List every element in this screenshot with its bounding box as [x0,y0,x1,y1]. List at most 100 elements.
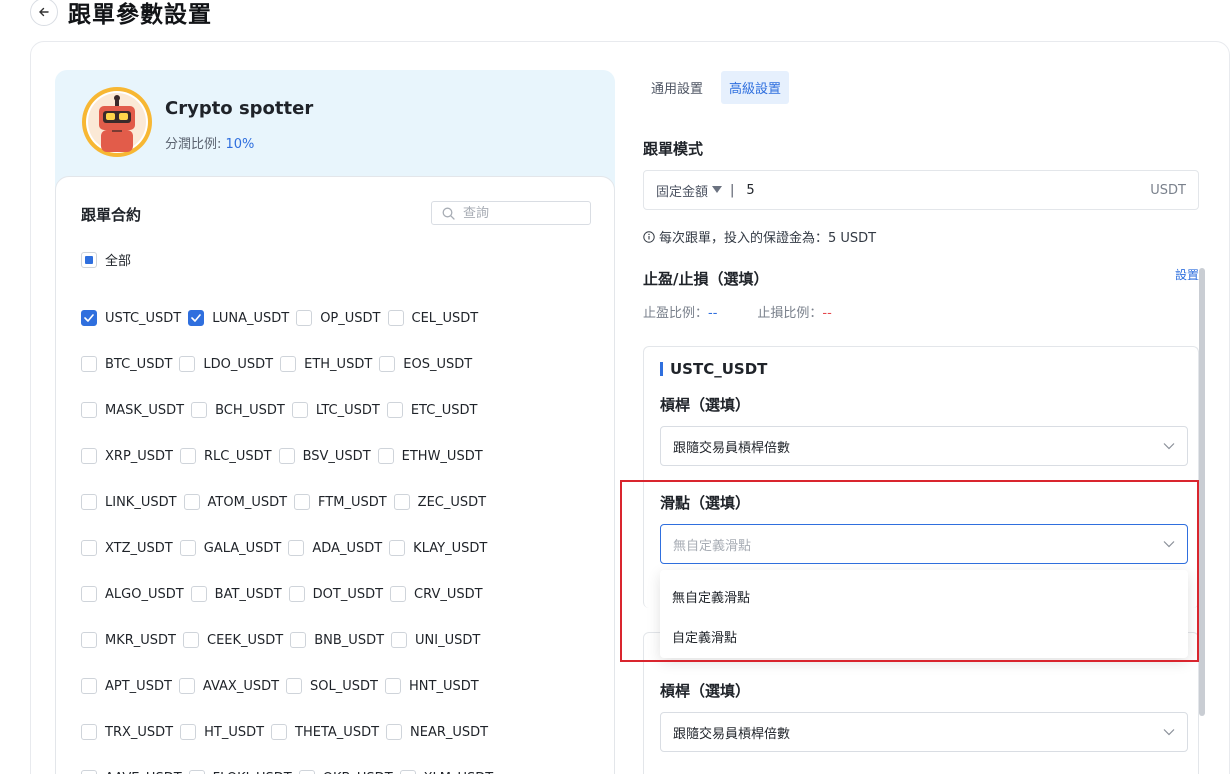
contract-item[interactable]: XRP_USDT [81,448,173,464]
contract-checkbox[interactable] [280,356,297,372]
contract-checkbox[interactable] [179,356,196,372]
contract-item[interactable]: KLAY_USDT [389,540,487,556]
contract-item[interactable]: CEEK_USDT [183,632,283,648]
contract-checkbox[interactable] [377,448,394,464]
tab-general-settings[interactable]: 通用設置 [643,71,711,104]
contract-item[interactable]: CEL_USDT [387,310,478,326]
slippage-option-custom[interactable]: 自定義滑點 [660,616,1188,656]
contract-item[interactable]: OKB_USDT [298,770,393,774]
contract-search[interactable] [431,201,591,225]
contract-item[interactable]: USTC_USDT [81,310,181,326]
contract-checkbox[interactable] [81,632,97,648]
contract-item[interactable]: APT_USDT [81,678,172,694]
contract-item[interactable]: OP_USDT [296,310,381,326]
contract-item[interactable]: GALA_USDT [179,540,281,556]
contract-checkbox[interactable] [290,632,307,648]
contract-checkbox[interactable] [81,586,97,602]
contract-item[interactable]: RLC_USDT [180,448,272,464]
contract-checkbox[interactable] [178,678,195,694]
amount-input[interactable]: 5 [746,183,1150,198]
contract-checkbox[interactable] [386,402,403,418]
contract-item[interactable]: DOT_USDT [288,586,383,602]
contract-checkbox[interactable] [188,770,205,774]
contract-item[interactable]: EOS_USDT [379,356,472,372]
contract-checkbox[interactable] [294,494,311,510]
contract-checkbox[interactable] [389,540,406,556]
contract-item[interactable]: SOL_USDT [286,678,378,694]
contract-checkbox[interactable] [391,632,408,648]
contract-checkbox[interactable] [81,724,97,740]
contract-checkbox[interactable] [288,586,305,602]
contract-item[interactable]: FTM_USDT [294,494,387,510]
contract-item[interactable]: ETH_USDT [280,356,372,372]
contract-checkbox[interactable] [81,448,97,464]
contract-checkbox[interactable] [387,310,404,326]
contract-checkbox[interactable] [190,586,207,602]
contract-checkbox[interactable] [180,448,196,464]
contract-item[interactable]: LDO_USDT [179,356,273,372]
contract-checkbox[interactable] [81,402,97,418]
contract-checkbox[interactable] [386,724,403,740]
contract-item[interactable]: ZEC_USDT [393,494,486,510]
contract-checkbox[interactable] [385,678,401,694]
contract-checkbox[interactable] [183,494,200,510]
contract-checkbox[interactable] [81,678,97,694]
contract-checkbox[interactable] [379,356,396,372]
contract-checkbox[interactable] [180,724,197,740]
contract-item[interactable]: ETC_USDT [386,402,478,418]
contract-item[interactable]: NEAR_USDT [386,724,488,740]
contract-checkbox[interactable] [271,724,288,740]
contract-checkbox[interactable] [288,540,305,556]
leverage-select-2[interactable]: 跟隨交易員槓桿倍數 [660,712,1188,752]
contract-checkbox[interactable] [291,402,308,418]
contract-item[interactable]: UNI_USDT [391,632,480,648]
contract-checkbox[interactable] [390,586,407,602]
contract-item[interactable]: FLOKI_USDT [188,770,292,774]
tpsl-set-link[interactable]: 設置 [1175,266,1199,283]
back-button[interactable] [30,0,58,26]
contract-item[interactable]: THETA_USDT [271,724,379,740]
select-all-checkbox[interactable] [81,251,97,268]
scrollbar[interactable] [1199,268,1205,716]
contract-checkbox[interactable] [81,356,97,372]
contract-item[interactable]: MASK_USDT [81,402,184,418]
contract-checkbox[interactable] [191,402,208,418]
contract-item[interactable]: HT_USDT [180,724,264,740]
contract-checkbox[interactable] [81,310,97,326]
contract-item[interactable]: BAT_USDT [190,586,282,602]
contract-item[interactable]: XLM_USDT [399,770,493,774]
contract-item[interactable]: HNT_USDT [385,678,479,694]
contract-item[interactable]: LUNA_USDT [188,310,289,326]
contract-item[interactable]: CRV_USDT [390,586,483,602]
contract-item[interactable]: ADA_USDT [288,540,382,556]
contract-checkbox[interactable] [399,770,416,774]
contract-item[interactable]: LINK_USDT [81,494,177,510]
contract-checkbox[interactable] [179,540,196,556]
contract-item[interactable]: BCH_USDT [191,402,285,418]
mode-select[interactable]: 固定金額 [656,181,723,200]
slippage-option-none[interactable]: 無自定義滑點 [660,576,1188,616]
leverage-select[interactable]: 跟隨交易員槓桿倍數 [660,426,1188,466]
contract-item[interactable]: AVAX_USDT [178,678,279,694]
contract-checkbox[interactable] [278,448,295,464]
contract-checkbox[interactable] [183,632,199,648]
contract-item[interactable]: BTC_USDT [81,356,172,372]
contract-checkbox[interactable] [393,494,410,510]
contract-checkbox[interactable] [81,540,97,556]
contract-item[interactable]: BSV_USDT [278,448,371,464]
contract-item[interactable]: XTZ_USDT [81,540,173,556]
contract-item[interactable]: AAVE_USDT [81,770,182,774]
contract-checkbox[interactable] [188,310,205,326]
contract-item[interactable]: MKR_USDT [81,632,176,648]
slippage-select[interactable]: 無自定義滑點 [660,524,1188,564]
tab-advanced-settings[interactable]: 高級設置 [721,71,790,104]
select-all[interactable]: 全部 [81,250,131,269]
contract-item[interactable]: LTC_USDT [291,402,380,418]
contract-item[interactable]: ATOM_USDT [183,494,287,510]
mode-input[interactable]: 固定金額 | 5 USDT [643,170,1199,210]
contract-item[interactable]: ALGO_USDT [81,586,184,602]
contract-checkbox[interactable] [286,678,303,694]
search-input[interactable] [463,205,573,221]
contract-checkbox[interactable] [296,310,313,326]
contract-checkbox[interactable] [81,770,97,774]
